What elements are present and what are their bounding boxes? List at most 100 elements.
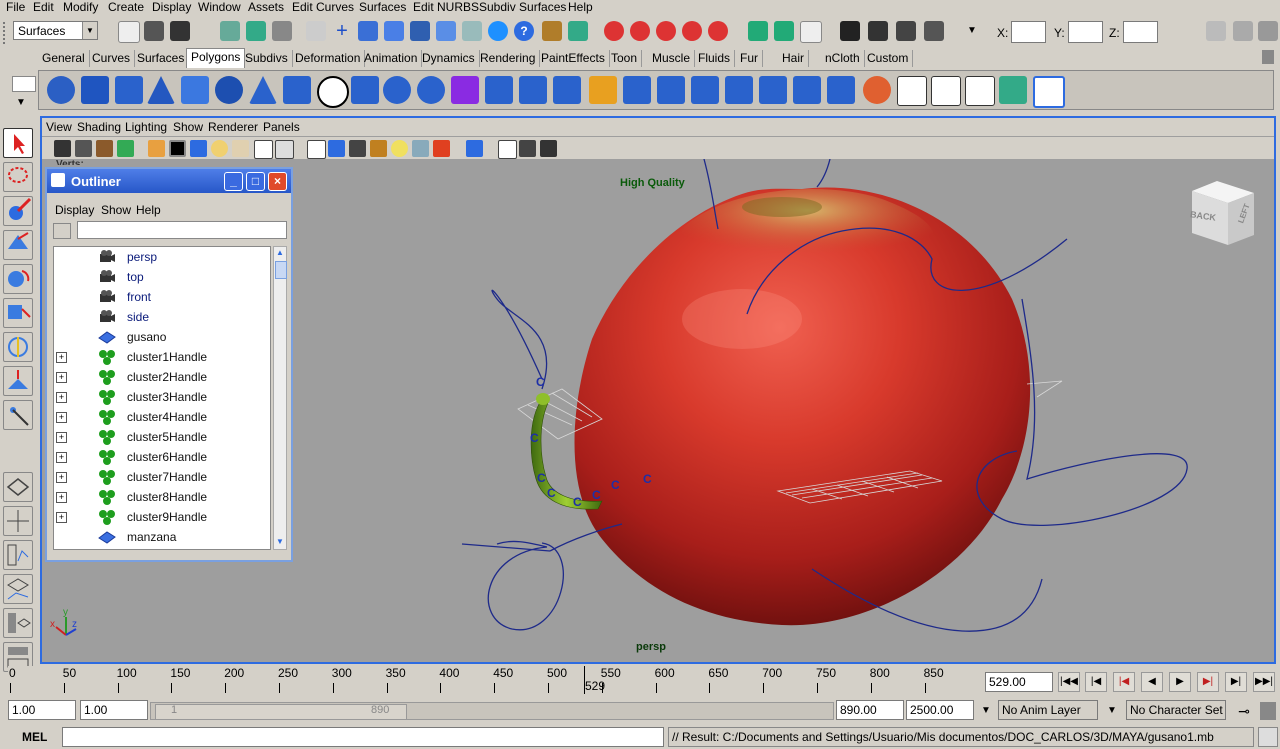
range-slider-bar[interactable] [155, 704, 407, 720]
tab-dynamics[interactable]: Dynamics [418, 50, 480, 67]
image-plane-icon[interactable] [117, 140, 134, 157]
menu-surfaces[interactable]: Surfaces [359, 0, 406, 14]
transform-mode-icon[interactable]: ▼ [962, 21, 982, 41]
menu-subdiv-surfaces[interactable]: Subdiv Surfaces [479, 0, 566, 14]
toolbar-grip[interactable] [3, 22, 9, 44]
poly-sculpt-icon[interactable] [863, 76, 891, 104]
outliner-menu-help[interactable]: Help [136, 203, 161, 217]
snap-point-icon[interactable] [384, 21, 404, 41]
poly-merge-icon[interactable] [793, 76, 821, 104]
uv-texture-editor-icon[interactable] [1033, 76, 1065, 108]
magnet-icon[interactable] [604, 21, 624, 41]
poly-mirror-icon[interactable] [553, 76, 581, 104]
lasso-tool-icon[interactable] [3, 162, 33, 192]
shelf-menu-icon[interactable]: ▼ [16, 97, 26, 108]
poly-bridge-icon[interactable] [623, 76, 651, 104]
tab-fur[interactable]: Fur [736, 50, 763, 67]
outliner-row[interactable]: top [54, 267, 270, 287]
field-chart-icon[interactable] [232, 140, 249, 157]
high-quality-icon[interactable] [433, 140, 450, 157]
poly-cone-icon[interactable] [147, 76, 175, 104]
menu-modify[interactable]: Modify [63, 0, 98, 14]
trash-icon[interactable] [1262, 50, 1274, 64]
magnet-point-icon[interactable] [656, 21, 676, 41]
tab-polygons[interactable]: Polygons [186, 48, 246, 68]
shelf-options-icon[interactable] [12, 76, 36, 92]
time-slider[interactable]: 0 50 100 150 200 250 300 350 400 450 500 550 600 650 7… [8, 666, 972, 696]
poly-boolean-difference-icon[interactable] [519, 76, 547, 104]
tab-general[interactable]: General [38, 50, 90, 67]
scroll-thumb[interactable] [275, 261, 287, 279]
script-editor-icon[interactable] [1258, 727, 1278, 747]
film-gate-icon[interactable] [169, 140, 186, 157]
poly-bevel-icon[interactable] [759, 76, 787, 104]
z-field[interactable] [1123, 21, 1158, 43]
ipr-render-icon[interactable] [868, 21, 888, 41]
outliner-title-bar[interactable]: Outliner _ □ × [47, 169, 291, 193]
paint-select-tool-icon[interactable] [3, 196, 33, 226]
play-backwards-icon[interactable]: ◀ [1141, 672, 1163, 692]
play-forwards-icon[interactable]: ▶ [1169, 672, 1191, 692]
resolution-gate-icon[interactable] [190, 140, 207, 157]
wireframe-on-shaded-icon[interactable] [349, 140, 366, 157]
snap-surface-icon[interactable] [436, 21, 456, 41]
panel-menu-renderer[interactable]: Renderer [208, 120, 258, 134]
x-field[interactable] [1011, 21, 1046, 43]
render-view-icon[interactable] [488, 21, 508, 41]
poly-torus-icon[interactable] [215, 76, 243, 104]
input-output-icon[interactable] [748, 21, 768, 41]
universal-manipulator-icon[interactable] [3, 332, 33, 362]
tab-animation[interactable]: Animation [360, 50, 423, 67]
minimize-icon[interactable]: _ [224, 172, 243, 191]
grid-toggle-icon[interactable] [148, 140, 165, 157]
hypershade-icon[interactable] [924, 21, 944, 41]
uv-automatic-icon[interactable] [999, 76, 1027, 104]
menu-help[interactable]: Help [568, 0, 593, 14]
step-forward-key-icon[interactable]: ▶| [1197, 672, 1219, 692]
tab-hair[interactable]: Hair [778, 50, 810, 67]
layout-single-pane-icon[interactable] [3, 472, 33, 502]
poly-pipe-icon[interactable] [283, 76, 311, 104]
close-icon[interactable]: × [268, 172, 287, 191]
tab-surfaces[interactable]: Surfaces [133, 50, 190, 67]
render-current-frame-icon[interactable] [840, 21, 860, 41]
expand-icon[interactable]: + [56, 512, 67, 523]
panel-menu-shading[interactable]: Shading [77, 120, 121, 134]
lock-icon[interactable] [542, 21, 562, 41]
poly-plane-icon[interactable] [181, 76, 209, 104]
select-component-icon[interactable] [272, 21, 292, 41]
isolate-select-icon[interactable] [466, 140, 483, 157]
outliner-row[interactable]: side [54, 307, 270, 327]
step-back-key-icon[interactable]: |◀ [1113, 672, 1135, 692]
step-forward-frame-icon[interactable]: ▶| [1225, 672, 1247, 692]
character-set-select[interactable]: No Character Set [1126, 700, 1226, 720]
end-time-field[interactable]: 2500.00 [906, 700, 974, 720]
poly-collapse-icon[interactable] [827, 76, 855, 104]
uv-spherical-icon[interactable] [965, 76, 995, 106]
tab-rendering[interactable]: Rendering [476, 50, 541, 67]
textured-icon[interactable] [370, 140, 387, 157]
poly-append-icon[interactable] [657, 76, 685, 104]
outliner-row[interactable]: + cluster6Handle [54, 447, 270, 467]
menu-window[interactable]: Window [198, 0, 241, 14]
smooth-shade-icon[interactable] [328, 140, 345, 157]
poly-insert-edge-icon[interactable] [725, 76, 753, 104]
poly-smooth-icon[interactable] [451, 76, 479, 104]
panel-menu-show[interactable]: Show [173, 120, 203, 134]
poly-prism-icon[interactable] [249, 76, 277, 104]
outliner-row[interactable]: + cluster2Handle [54, 367, 270, 387]
go-to-start-icon[interactable]: |◀◀ [1058, 672, 1080, 692]
select-camera-icon[interactable] [54, 140, 71, 157]
poly-sphere-icon[interactable] [47, 76, 75, 104]
menu-assets[interactable]: Assets [248, 0, 284, 14]
playback-end-field[interactable]: 890.00 [836, 700, 904, 720]
construction-history-icon[interactable] [774, 21, 794, 41]
xray-active-icon[interactable] [540, 140, 557, 157]
anim-prefs-icon[interactable] [1260, 702, 1276, 720]
scroll-down-icon[interactable]: ▼ [275, 537, 285, 547]
render-settings-icon[interactable] [800, 21, 822, 43]
outliner-row[interactable]: + cluster5Handle [54, 427, 270, 447]
menu-file[interactable]: File [6, 0, 25, 14]
wireframe-icon[interactable] [307, 140, 326, 159]
tab-deformation[interactable]: Deformation [291, 50, 366, 67]
